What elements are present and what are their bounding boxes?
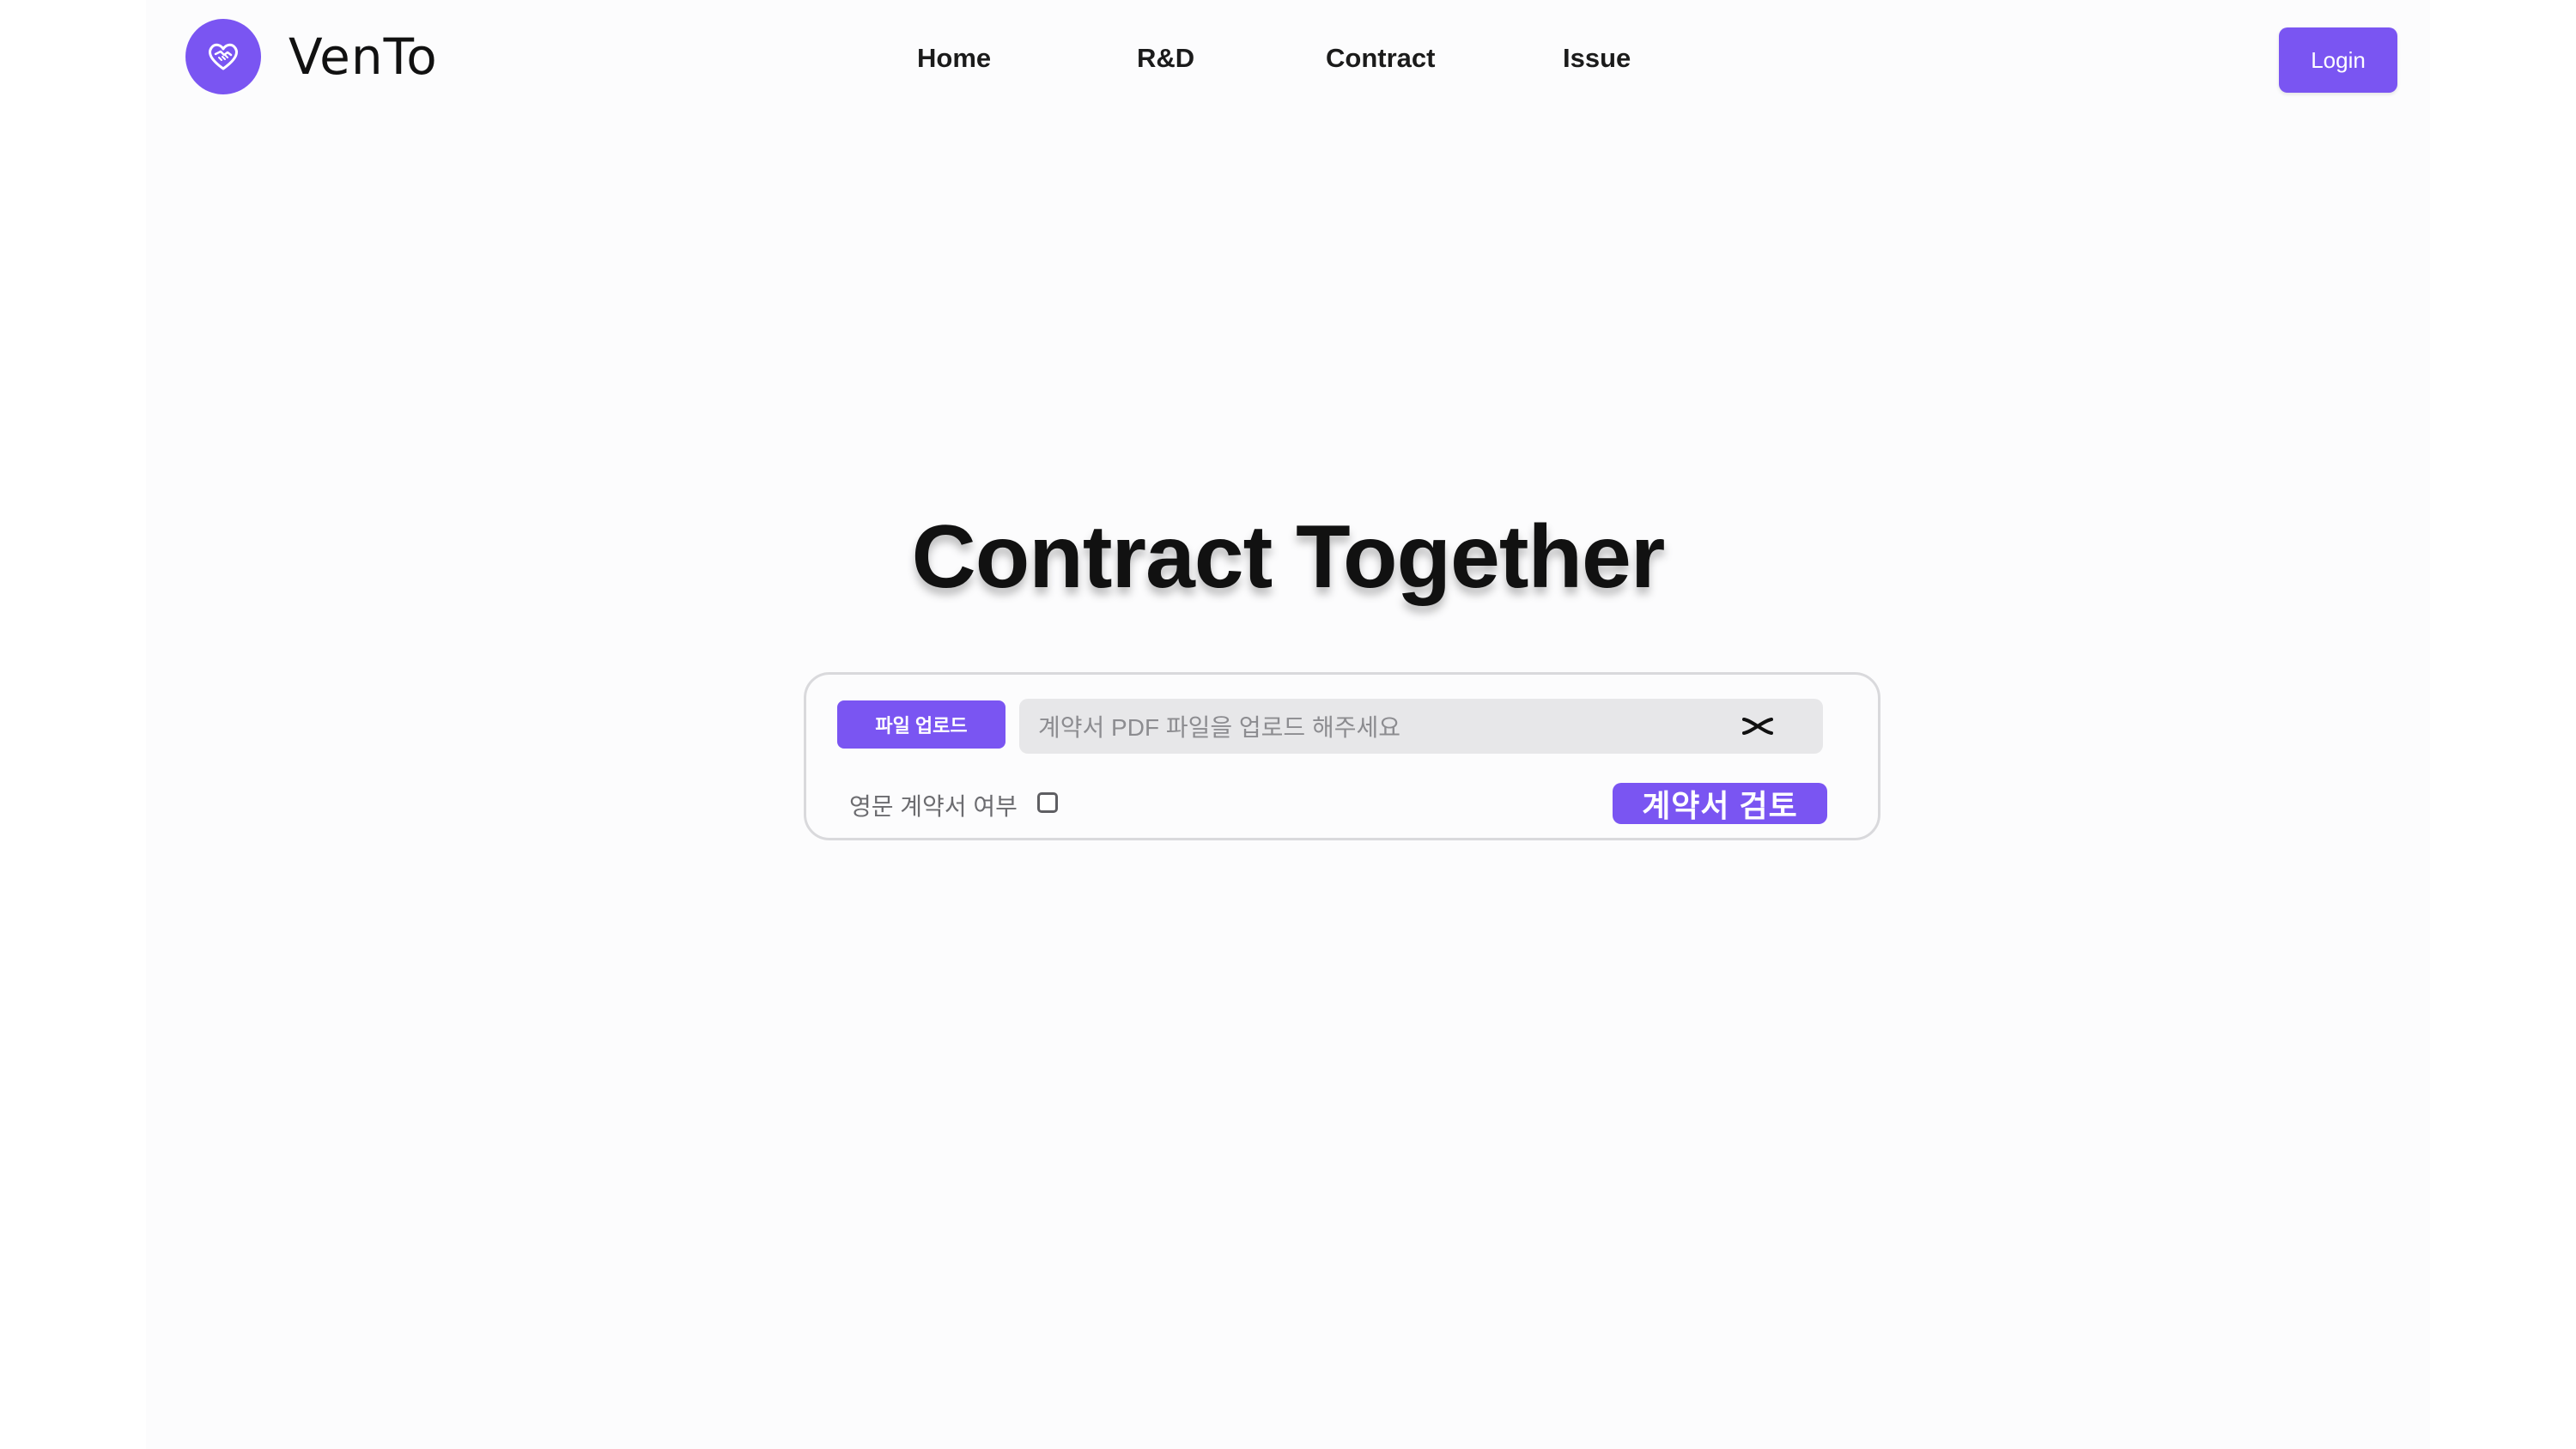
page-title: Contract Together	[911, 507, 1666, 607]
english-contract-label: 영문 계약서 여부	[849, 793, 1018, 820]
contract-review-button[interactable]: 계약서 검토	[1613, 783, 1827, 824]
file-path-placeholder: 계약서 PDF 파일을 업로드 해주세요	[1038, 714, 1400, 741]
contract-upload-card: 파일 업로드 계약서 PDF 파일을 업로드 해주세요 영문 계약서 여부 계약…	[804, 672, 1880, 840]
top-navigation-bar: VenTo Home R&D Contract Issue Login	[0, 0, 2576, 120]
file-path-input[interactable]: 계약서 PDF 파일을 업로드 해주세요	[1019, 699, 1823, 754]
main-nav: Home R&D Contract Issue	[0, 43, 2576, 81]
file-upload-button[interactable]: 파일 업로드	[837, 700, 1005, 749]
nav-item-home[interactable]: Home	[917, 43, 991, 74]
english-contract-checkbox[interactable]	[1037, 792, 1058, 813]
nav-item-issue[interactable]: Issue	[1563, 43, 1631, 74]
nav-item-rd[interactable]: R&D	[1137, 43, 1194, 74]
nav-item-contract[interactable]: Contract	[1326, 43, 1435, 74]
close-icon[interactable]	[1741, 712, 1775, 740]
login-button[interactable]: Login	[2279, 27, 2397, 93]
